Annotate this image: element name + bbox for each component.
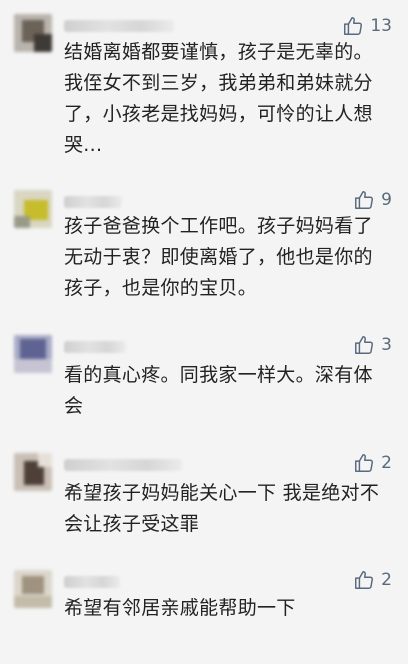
- like-count: 13: [370, 16, 392, 36]
- comment-text: 结婚离婚都要谨慎，孩子是无辜的。我侄女不到三岁，我弟弟和弟妹就分了，小孩老是找妈…: [64, 41, 373, 156]
- username-blurred[interactable]: [64, 576, 120, 588]
- username-blurred[interactable]: [64, 459, 182, 471]
- avatar[interactable]: [14, 570, 52, 608]
- like-button[interactable]: 9: [353, 189, 392, 211]
- thumbs-up-icon: [355, 336, 374, 354]
- username-blurred[interactable]: [64, 196, 122, 208]
- avatar[interactable]: [14, 14, 52, 52]
- comment-text: 希望有邻居亲戚能帮助一下: [64, 597, 296, 619]
- like-button[interactable]: 3: [353, 334, 392, 356]
- like-count: 2: [381, 453, 392, 473]
- username-blurred[interactable]: [64, 341, 126, 353]
- comment-text: 看的真心疼。同我家一样大。深有体会: [64, 364, 373, 417]
- like-count: 2: [381, 570, 392, 590]
- avatar[interactable]: [14, 335, 52, 373]
- thumbs-up-icon: [355, 571, 374, 589]
- thumbs-up-icon: [355, 191, 374, 209]
- thumbs-up-icon: [355, 454, 374, 472]
- like-button[interactable]: 13: [342, 15, 392, 37]
- thumbs-up-icon: [344, 17, 363, 35]
- comment-text: 希望孩子妈妈能关心一下 我是绝对不会让孩子受这罪: [64, 482, 380, 535]
- username-blurred[interactable]: [64, 20, 174, 32]
- comment-text: 孩子爸爸换个工作吧。孩子妈妈看了无动于衷？即使离婚了，他也是你的孩子，也是你的宝…: [64, 215, 373, 299]
- like-count: 3: [381, 335, 392, 355]
- like-button[interactable]: 2: [353, 569, 392, 591]
- avatar[interactable]: [14, 190, 52, 228]
- avatar[interactable]: [14, 453, 52, 491]
- like-count: 9: [381, 190, 392, 210]
- like-button[interactable]: 2: [353, 452, 392, 474]
